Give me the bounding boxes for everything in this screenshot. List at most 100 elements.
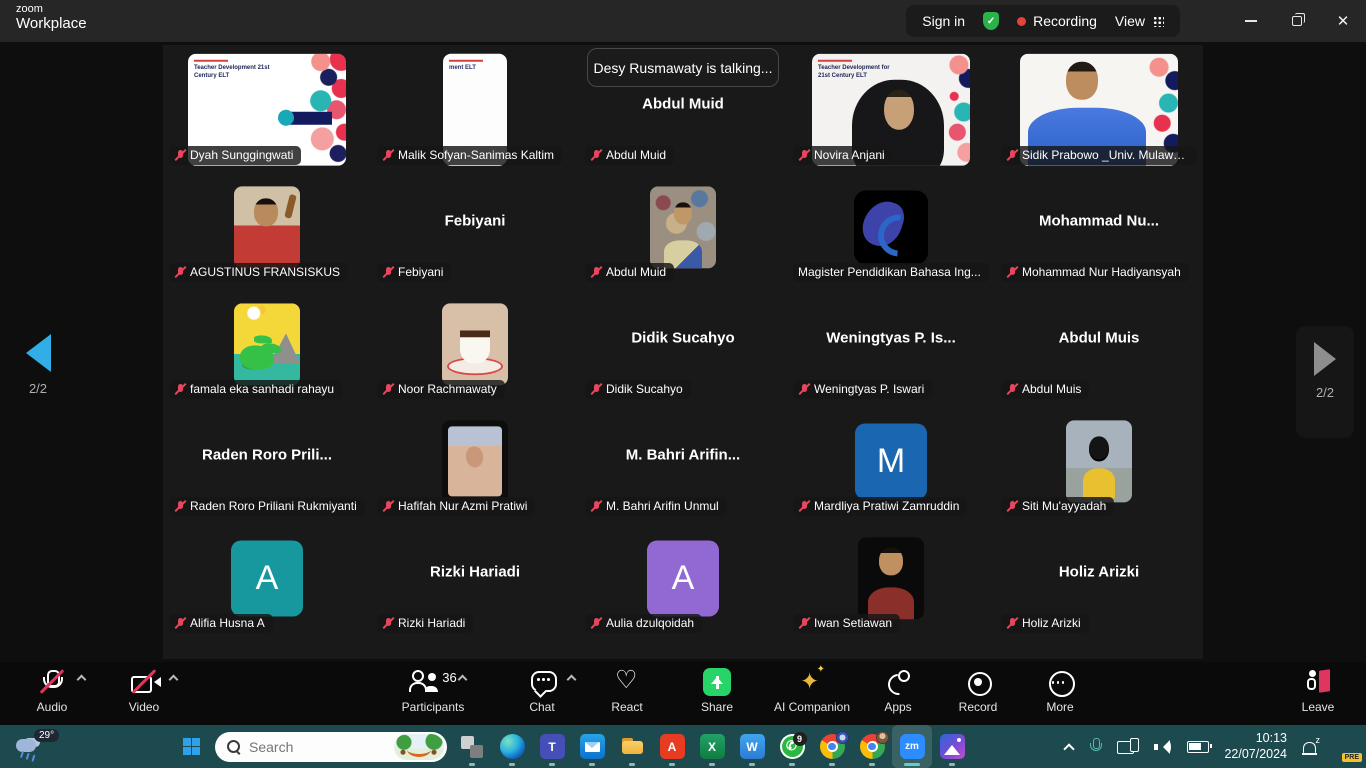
tray-bell-icon[interactable]	[1302, 739, 1317, 755]
copilot-button[interactable]: PRE	[1332, 735, 1356, 759]
security-shield-icon[interactable]: ✓	[983, 12, 999, 30]
participant-name: Weningtyas P. Iswari	[814, 382, 924, 396]
start-button[interactable]	[183, 738, 200, 755]
participant-tile[interactable]: Magister Pendidikan Bahasa Ing...	[787, 170, 995, 287]
mic-muted-icon	[382, 383, 394, 396]
participant-tile[interactable]: MMardliya Pratiwi Zamruddin	[787, 404, 995, 521]
sign-in-button[interactable]: Sign in	[922, 13, 965, 29]
participant-tile[interactable]: Abdul Muid	[579, 170, 787, 287]
minimize-button[interactable]	[1228, 0, 1274, 42]
next-arrow-icon	[1314, 342, 1336, 376]
view-button[interactable]: View	[1115, 13, 1164, 29]
more-label: More	[1015, 700, 1105, 714]
participant-tile[interactable]: famala eka sanhadi rahayu	[163, 287, 371, 404]
participant-tile[interactable]: Teacher Development 21st Century ELTDyah…	[163, 53, 371, 170]
more-button[interactable]: More	[1015, 667, 1105, 721]
mic-muted-icon	[1006, 149, 1018, 162]
chrome-icon	[860, 734, 885, 759]
tray-chevron-icon[interactable]	[1064, 743, 1075, 754]
participant-tile[interactable]: Raden Roro Prili... Raden Roro Priliani R…	[163, 404, 371, 521]
tray-battery-icon[interactable]	[1187, 741, 1209, 753]
whatsapp-app[interactable]: 9	[772, 725, 812, 768]
chat-button[interactable]: Chat	[497, 667, 587, 721]
leave-button[interactable]: Leave	[1273, 667, 1363, 721]
excel-app[interactable]: X	[692, 725, 732, 768]
participant-nameplate: Weningtyas P. Iswari	[793, 380, 932, 399]
teams-app[interactable]: T	[532, 725, 572, 768]
gallery-next-page[interactable]: 2/2	[1296, 326, 1354, 438]
zoom-app-active[interactable]: zm	[892, 725, 932, 768]
tray-speaker-icon[interactable]	[1154, 738, 1172, 756]
close-icon: ✕	[1337, 14, 1350, 29]
participant-tile[interactable]: M. Bahri Arifin...M. Bahri Arifin Unmul	[579, 404, 787, 521]
word-app[interactable]: W	[732, 725, 772, 768]
participant-tile[interactable]: Sidik Prabowo _Univ. Mulawar...	[995, 53, 1203, 170]
participant-video	[1066, 420, 1132, 502]
record-button[interactable]: Record	[933, 667, 1023, 721]
participant-tile[interactable]: FebiyaniFebiyani	[371, 170, 579, 287]
apps-button[interactable]: Apps	[853, 667, 943, 721]
excel-icon: X	[700, 734, 725, 759]
slide-text: Teacher Development for 21st Century ELT	[818, 59, 896, 79]
participant-tile[interactable]: Mohammad Nu...Mohammad Nur Hadiyansyah	[995, 170, 1203, 287]
participant-tile[interactable]: Teacher Development for 21st Century ELT…	[787, 53, 995, 170]
camera-muted-icon	[130, 668, 158, 696]
mic-muted-icon	[174, 149, 186, 162]
file-explorer-app[interactable]	[612, 725, 652, 768]
participant-tile[interactable]: AAulia dzulqoidah	[579, 521, 787, 638]
snip-tool-app[interactable]	[452, 725, 492, 768]
search-daily-image[interactable]	[394, 734, 444, 760]
participant-name: Abdul Muis	[1022, 382, 1081, 396]
restore-button[interactable]	[1274, 0, 1320, 42]
pdf-app[interactable]: A	[652, 725, 692, 768]
tray-clock[interactable]: 10:13 22/07/2024	[1224, 731, 1287, 762]
share-button[interactable]: Share	[672, 667, 762, 721]
photos-icon	[940, 734, 965, 759]
participant-tile[interactable]: Iwan Setiawan	[787, 521, 995, 638]
avatar-letter: M	[855, 441, 927, 480]
gallery-prev-page[interactable]: 2/2	[14, 334, 62, 396]
participant-tile[interactable]: AGUSTINUS FRANSISKUS	[163, 170, 371, 287]
video-button[interactable]: Video	[99, 667, 189, 721]
participant-nameplate: Holiz Arizki	[1001, 614, 1089, 633]
edge-icon	[500, 734, 525, 759]
audio-button[interactable]: Audio	[7, 667, 97, 721]
avatar-letter: A	[231, 558, 303, 597]
react-heart-icon	[613, 668, 641, 696]
participant-tile[interactable]: AAlifia Husna A	[163, 521, 371, 638]
weather-widget[interactable]: 29°	[16, 733, 56, 761]
participant-name: Malik Sofyan-Sanimas Kaltim	[398, 148, 554, 162]
tray-display-icon[interactable]	[1117, 738, 1139, 756]
view-label: View	[1115, 13, 1145, 29]
participant-tile[interactable]: Didik SucahyoDidik Sucahyo	[579, 287, 787, 404]
participant-nameplate: Raden Roro Priliani Rukmiyanti	[169, 497, 365, 516]
participant-tile[interactable]: Siti Mu'ayyadah	[995, 404, 1203, 521]
participant-tile[interactable]: Abdul MuisAbdul Muis	[995, 287, 1203, 404]
participant-center-name: Raden Roro Prili...	[163, 447, 371, 464]
participant-tile[interactable]: Holiz ArizkiHoliz Arizki	[995, 521, 1203, 638]
participant-tile[interactable]: Hafifah Nur Azmi Pratiwi	[371, 404, 579, 521]
search-input[interactable]	[249, 739, 379, 755]
ai-companion-button[interactable]: AI Companion	[767, 667, 857, 721]
chrome-app-profile1[interactable]	[812, 725, 852, 768]
participant-video	[854, 190, 928, 264]
mail-app[interactable]	[572, 725, 612, 768]
recording-indicator: Recording	[1017, 13, 1097, 29]
participant-tile[interactable]: Rizki HariadiRizki Hariadi	[371, 521, 579, 638]
participant-nameplate: Febiyani	[377, 263, 451, 282]
participant-nameplate: Hafifah Nur Azmi Pratiwi	[377, 497, 535, 516]
close-button[interactable]: ✕	[1320, 0, 1366, 42]
edge-app[interactable]	[492, 725, 532, 768]
participant-tile[interactable]: Noor Rachmawaty	[371, 287, 579, 404]
chrome-app-profile2[interactable]	[852, 725, 892, 768]
participant-tile[interactable]: ment ELTMalik Sofyan-Sanimas Kaltim	[371, 53, 579, 170]
participants-button[interactable]: 36 Participants	[388, 667, 478, 721]
react-button[interactable]: React	[582, 667, 672, 721]
photos-app[interactable]	[932, 725, 972, 768]
participant-nameplate: M. Bahri Arifin Unmul	[585, 497, 727, 516]
whatsapp-icon: 9	[780, 734, 805, 759]
participant-tile[interactable]: Weningtyas P. Is...Weningtyas P. Iswari	[787, 287, 995, 404]
tray-mic-icon[interactable]	[1088, 738, 1102, 756]
taskbar-search[interactable]	[215, 732, 447, 762]
participant-name: Didik Sucahyo	[606, 382, 683, 396]
